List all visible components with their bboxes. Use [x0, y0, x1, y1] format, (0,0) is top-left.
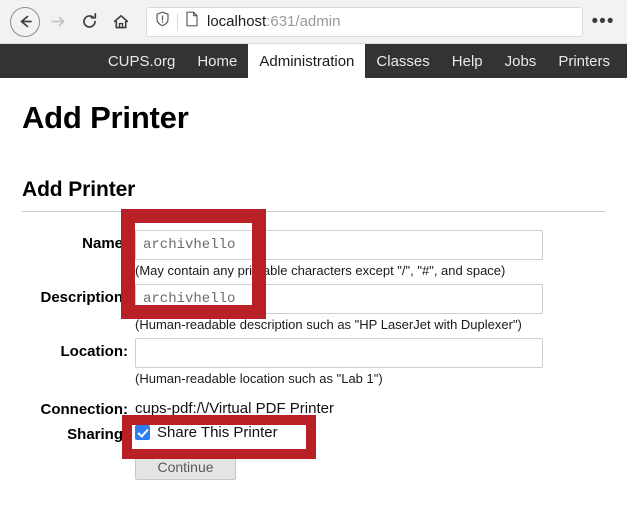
nav-item-help[interactable]: Help	[441, 44, 494, 78]
nav-item-classes[interactable]: Classes	[365, 44, 440, 78]
address-bar-divider	[177, 12, 178, 31]
continue-button[interactable]: Continue	[135, 453, 236, 480]
home-button[interactable]	[106, 7, 136, 37]
share-printer-label: Share This Printer	[157, 424, 278, 441]
form-row-name: Name: (May contain any printable charact…	[22, 230, 605, 284]
nav-item-jobs[interactable]: Jobs	[494, 44, 548, 78]
location-input[interactable]	[135, 338, 543, 368]
description-input[interactable]	[135, 284, 543, 314]
browser-toolbar: localhost:631/admin •••	[0, 0, 627, 44]
name-input[interactable]	[135, 230, 543, 260]
sharing-label: Sharing:	[67, 426, 128, 443]
form-row-connection: Connection: cups-pdf:/\/Virtual PDF Prin…	[22, 396, 605, 418]
page-content: Add Printer Add Printer Name: (May conta…	[0, 100, 627, 480]
location-hint: (Human-readable location such as "Lab 1"…	[135, 371, 383, 386]
url-path: :631/admin	[266, 13, 341, 30]
nav-item-home[interactable]: Home	[186, 44, 248, 78]
connection-label: Connection:	[40, 401, 129, 418]
cups-navigation-bar: CUPS.org Home Administration Classes Hel…	[0, 44, 627, 78]
shield-icon[interactable]	[155, 11, 170, 32]
name-hint: (May contain any printable characters ex…	[135, 263, 506, 278]
browser-menu-button[interactable]: •••	[589, 8, 617, 36]
location-label: Location:	[60, 343, 129, 360]
back-button[interactable]	[10, 6, 40, 37]
back-arrow-icon	[17, 13, 34, 30]
share-printer-checkbox-group[interactable]: Share This Printer	[135, 421, 605, 441]
nav-item-cups-org[interactable]: CUPS.org	[97, 44, 187, 78]
reload-button[interactable]	[74, 7, 104, 37]
connection-value: cups-pdf:/\/Virtual PDF Printer	[135, 400, 334, 417]
form-row-description: Description: (Human-readable description…	[22, 284, 605, 338]
address-bar[interactable]: localhost:631/admin	[146, 6, 583, 37]
continue-spacer	[22, 453, 128, 458]
add-printer-form: Name: (May contain any printable charact…	[22, 230, 605, 480]
form-row-continue: Continue	[22, 453, 605, 480]
url-host: localhost	[207, 13, 267, 30]
name-label: Name:	[82, 235, 128, 252]
share-printer-checkbox[interactable]	[135, 425, 150, 440]
url-text: localhost:631/admin	[207, 13, 340, 30]
form-row-location: Location: (Human-readable location such …	[22, 338, 605, 392]
home-icon	[112, 13, 130, 31]
page-document-icon	[185, 11, 199, 32]
page-title: Add Printer	[22, 100, 189, 135]
nav-item-administration[interactable]: Administration	[248, 44, 366, 78]
section-title: Add Printer	[22, 178, 605, 212]
description-label: Description:	[40, 289, 128, 306]
reload-icon	[81, 13, 98, 30]
forward-arrow-icon	[49, 13, 66, 30]
forward-button	[42, 7, 72, 37]
nav-item-printers[interactable]: Printers	[547, 44, 621, 78]
form-row-sharing: Sharing: Share This Printer	[22, 421, 605, 443]
description-hint: (Human-readable description such as "HP …	[135, 317, 522, 332]
